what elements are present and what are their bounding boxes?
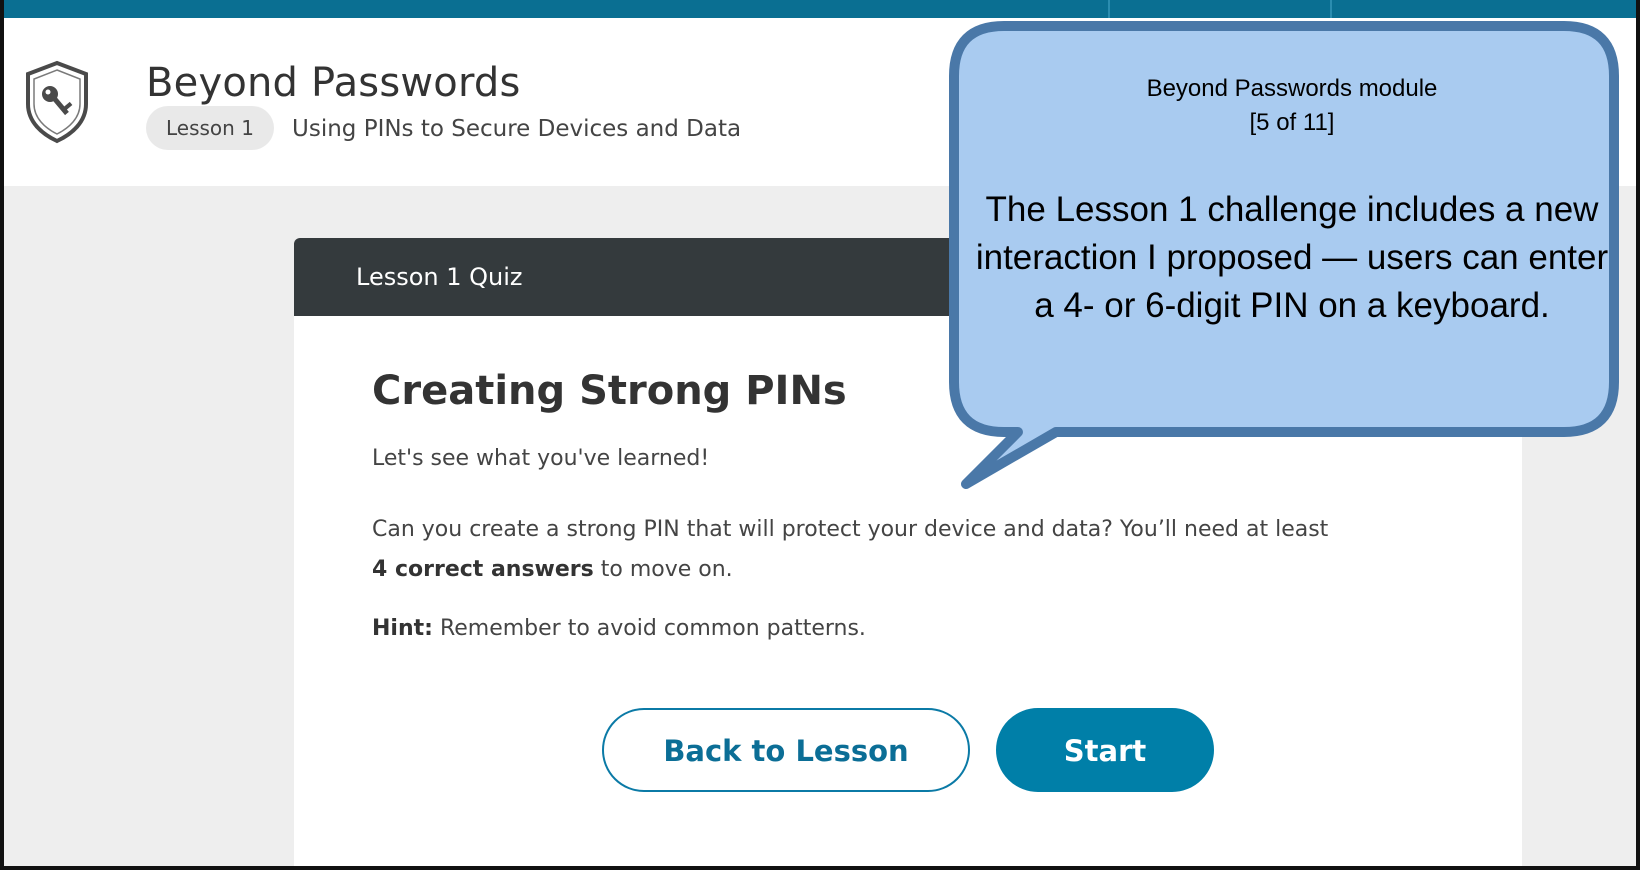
callout-body: The Lesson 1 challenge includes a new in… (975, 190, 1609, 325)
callout-progress: [5 of 11] (1249, 109, 1335, 136)
callout-module-line: Beyond Passwords module (1146, 75, 1438, 102)
app-frame: Beyond Passwords Lesson 1 Using PINs to … (0, 0, 1640, 870)
callout-text: Beyond Passwords module [5 of 11] The Le… (962, 72, 1622, 330)
